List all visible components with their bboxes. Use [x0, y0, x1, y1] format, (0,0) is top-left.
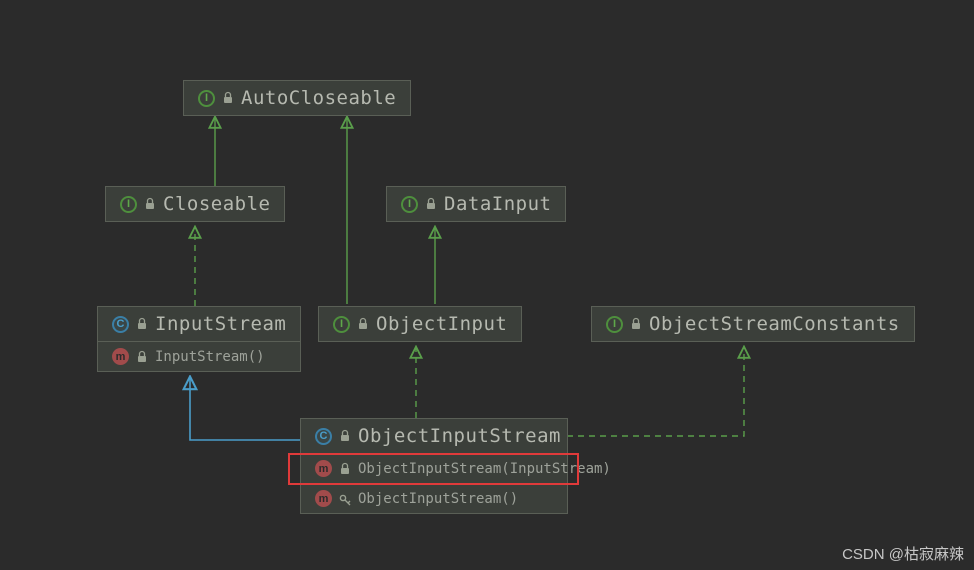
- node-title: ObjectInputStream: [358, 425, 561, 447]
- interface-icon: I: [401, 196, 418, 213]
- node-title: ObjectStreamConstants: [649, 313, 900, 335]
- node-title: DataInput: [444, 193, 551, 215]
- node-closeable[interactable]: I Closeable: [105, 186, 285, 222]
- member-row[interactable]: m InputStream(): [98, 341, 300, 371]
- lock-icon: [338, 462, 352, 476]
- node-object-stream-constants[interactable]: I ObjectStreamConstants: [591, 306, 915, 342]
- member-row[interactable]: m ObjectInputStream(): [301, 483, 567, 513]
- node-title: Closeable: [163, 193, 270, 215]
- lock-icon: [143, 197, 157, 211]
- member-label: ObjectInputStream(): [358, 491, 518, 507]
- class-icon: C: [315, 428, 332, 445]
- interface-icon: I: [120, 196, 137, 213]
- node-object-input[interactable]: I ObjectInput: [318, 306, 522, 342]
- node-title: ObjectInput: [376, 313, 507, 335]
- lock-icon: [356, 317, 370, 331]
- lock-icon: [338, 429, 352, 443]
- lock-icon: [135, 350, 149, 364]
- node-title: InputStream: [155, 313, 286, 335]
- interface-icon: I: [333, 316, 350, 333]
- node-title: AutoCloseable: [241, 87, 396, 109]
- interface-icon: I: [606, 316, 623, 333]
- member-label: ObjectInputStream(InputStream): [358, 461, 611, 477]
- node-auto-closeable[interactable]: I AutoCloseable: [183, 80, 411, 116]
- watermark: CSDN @枯寂麻辣: [842, 543, 964, 564]
- lock-icon: [221, 91, 235, 105]
- lock-icon: [424, 197, 438, 211]
- class-icon: C: [112, 316, 129, 333]
- method-icon: m: [315, 490, 332, 507]
- key-icon: [338, 492, 352, 506]
- lock-icon: [135, 317, 149, 331]
- method-icon: m: [315, 460, 332, 477]
- member-label: InputStream(): [155, 349, 265, 365]
- node-data-input[interactable]: I DataInput: [386, 186, 566, 222]
- node-input-stream[interactable]: C InputStream m InputStream(): [97, 306, 301, 372]
- member-row[interactable]: m ObjectInputStream(InputStream): [301, 453, 567, 483]
- method-icon: m: [112, 348, 129, 365]
- lock-icon: [629, 317, 643, 331]
- node-object-input-stream[interactable]: C ObjectInputStream m ObjectInputStream(…: [300, 418, 568, 514]
- interface-icon: I: [198, 90, 215, 107]
